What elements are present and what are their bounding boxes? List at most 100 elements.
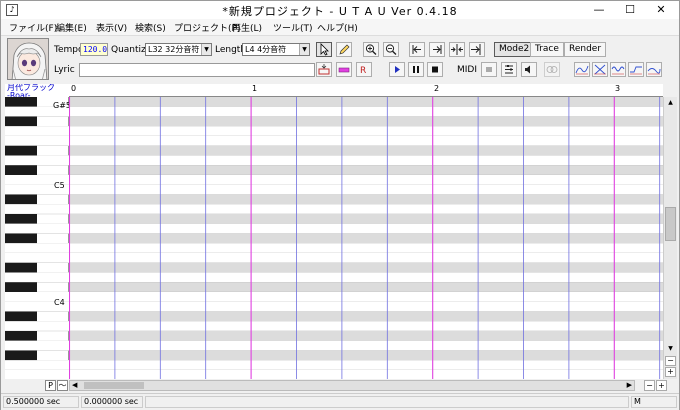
loop-button[interactable] xyxy=(544,62,560,77)
grid-row xyxy=(69,175,663,185)
white-key xyxy=(5,253,69,263)
black-key xyxy=(5,311,37,322)
scroll-down-icon[interactable]: ▼ xyxy=(665,345,676,354)
black-key xyxy=(5,145,37,156)
speaker-icon xyxy=(525,65,530,74)
pitch-shift-icon xyxy=(630,66,642,75)
menu-file[interactable]: ファイル(F) xyxy=(9,21,57,34)
horizontal-scroll-thumb[interactable] xyxy=(84,382,144,389)
measure-ruler[interactable]: 0 1 2 3 xyxy=(69,84,663,97)
menu-project[interactable]: プロジェクト(P) xyxy=(174,21,240,34)
pitch-tool-3-button[interactable] xyxy=(610,62,626,77)
jump-to-end-icon xyxy=(433,45,442,54)
grid-row xyxy=(69,282,663,292)
grid-row xyxy=(69,292,663,302)
chevron-down-icon: ▼ xyxy=(201,44,211,55)
split-button[interactable] xyxy=(449,42,465,57)
zoom-v-plus-button[interactable]: + xyxy=(665,367,676,377)
curve-button[interactable]: 〜 xyxy=(57,380,68,391)
vertical-scroll-thumb[interactable] xyxy=(665,207,676,241)
note-select-button[interactable] xyxy=(336,62,352,77)
minimize-button[interactable]: — xyxy=(584,1,614,19)
vertical-scrollbar[interactable]: ▲ ▼ − + xyxy=(663,97,677,379)
midi-label: MIDI xyxy=(457,65,478,75)
mode2-button[interactable]: Mode2 xyxy=(494,42,535,57)
white-key xyxy=(5,204,69,214)
white-key xyxy=(5,223,69,234)
horizontal-scrollbar[interactable]: ◀ ▶ xyxy=(69,380,635,391)
svg-text:R: R xyxy=(360,66,366,76)
pause-button[interactable] xyxy=(408,62,424,77)
grid-row xyxy=(69,126,663,136)
quantize-select[interactable]: L32 32分音符 ▼ xyxy=(145,43,212,56)
play-button[interactable] xyxy=(389,62,405,77)
menu-help[interactable]: ヘルプ(H) xyxy=(317,21,358,34)
zoom-h-minus-button[interactable]: − xyxy=(644,380,655,391)
zoom-v-minus-button[interactable]: − xyxy=(665,356,676,366)
grid-row xyxy=(69,331,663,341)
grid-row xyxy=(69,116,663,127)
white-key xyxy=(5,370,69,379)
jump-start-button[interactable] xyxy=(409,42,425,57)
replace-lyric-button[interactable]: R xyxy=(356,62,372,77)
pitch-reset-icon xyxy=(647,68,661,75)
lyric-input[interactable] xyxy=(79,63,315,77)
grid-row xyxy=(69,184,663,195)
tempo-input[interactable]: 120.0 xyxy=(80,43,108,56)
menu-tools[interactable]: ツール(T) xyxy=(273,21,313,34)
menu-search[interactable]: 検索(S) xyxy=(135,21,166,34)
pitch-tool-4-button[interactable] xyxy=(628,62,644,77)
note-grid xyxy=(69,97,663,379)
zoom-in-button[interactable] xyxy=(363,42,379,57)
pencil-tool-button[interactable] xyxy=(336,42,352,57)
midi-settings-button[interactable] xyxy=(501,62,517,77)
length-select[interactable]: L4 4分音符 ▼ xyxy=(242,43,310,56)
scroll-up-icon[interactable]: ▲ xyxy=(665,99,676,108)
jump-end-button[interactable] xyxy=(429,42,445,57)
menu-edit[interactable]: 編集(E) xyxy=(56,21,87,34)
render-button[interactable]: Render xyxy=(564,42,607,57)
grid-row xyxy=(69,223,663,234)
pause-icon xyxy=(413,66,419,73)
piano-keyboard[interactable]: G#5 C5 C4 xyxy=(5,97,71,379)
menu-play[interactable]: 再生(L) xyxy=(232,21,262,34)
midi-record-button[interactable] xyxy=(481,62,497,77)
pointer-tool-button[interactable] xyxy=(316,42,332,57)
pitch-tool-2-button[interactable] xyxy=(592,62,608,77)
grid-row xyxy=(69,165,663,175)
zoom-h-plus-button[interactable]: + xyxy=(656,380,667,391)
stop-button[interactable] xyxy=(427,62,443,77)
measure-number: 0 xyxy=(71,84,77,93)
length-value: L4 4分音符 xyxy=(245,45,287,54)
status-message xyxy=(145,396,629,408)
maximize-button[interactable]: ☐ xyxy=(615,1,645,19)
pitch-tool-5-button[interactable] xyxy=(646,62,662,77)
close-button[interactable]: ✕ xyxy=(646,1,676,19)
grid-row xyxy=(69,214,663,224)
chevron-down-icon: ▼ xyxy=(299,44,309,55)
zoom-out-button[interactable] xyxy=(383,42,399,57)
volume-button[interactable] xyxy=(521,62,537,77)
title-bar: ♪ *新規プロジェクト - U T A U Ver 0.4.18 — ☐ ✕ xyxy=(1,1,679,19)
key-label-c4: C4 xyxy=(54,298,65,307)
grid-row xyxy=(69,360,663,370)
grid-row xyxy=(69,204,663,214)
main-window: ♪ *新規プロジェクト - U T A U Ver 0.4.18 — ☐ ✕ フ… xyxy=(0,0,680,410)
pitch-tool-1-button[interactable] xyxy=(574,62,590,77)
stop-icon xyxy=(432,66,438,73)
join-button[interactable] xyxy=(469,42,485,57)
note-editing-grid[interactable] xyxy=(69,97,663,379)
scroll-left-icon[interactable]: ◀ xyxy=(72,381,77,389)
jump-to-start-icon xyxy=(412,45,421,54)
grid-row xyxy=(69,194,663,205)
p-button[interactable]: P xyxy=(45,380,56,391)
insert-lyric-button[interactable] xyxy=(316,62,332,77)
scroll-right-icon[interactable]: ▶ xyxy=(627,381,632,389)
insert-icon xyxy=(318,64,330,75)
singer-avatar[interactable] xyxy=(7,38,49,80)
trace-button[interactable]: Trace xyxy=(530,42,564,57)
white-key xyxy=(5,243,69,253)
key-label-c5: C5 xyxy=(54,181,65,190)
menu-view[interactable]: 表示(V) xyxy=(96,21,127,34)
grid-row xyxy=(69,233,663,244)
